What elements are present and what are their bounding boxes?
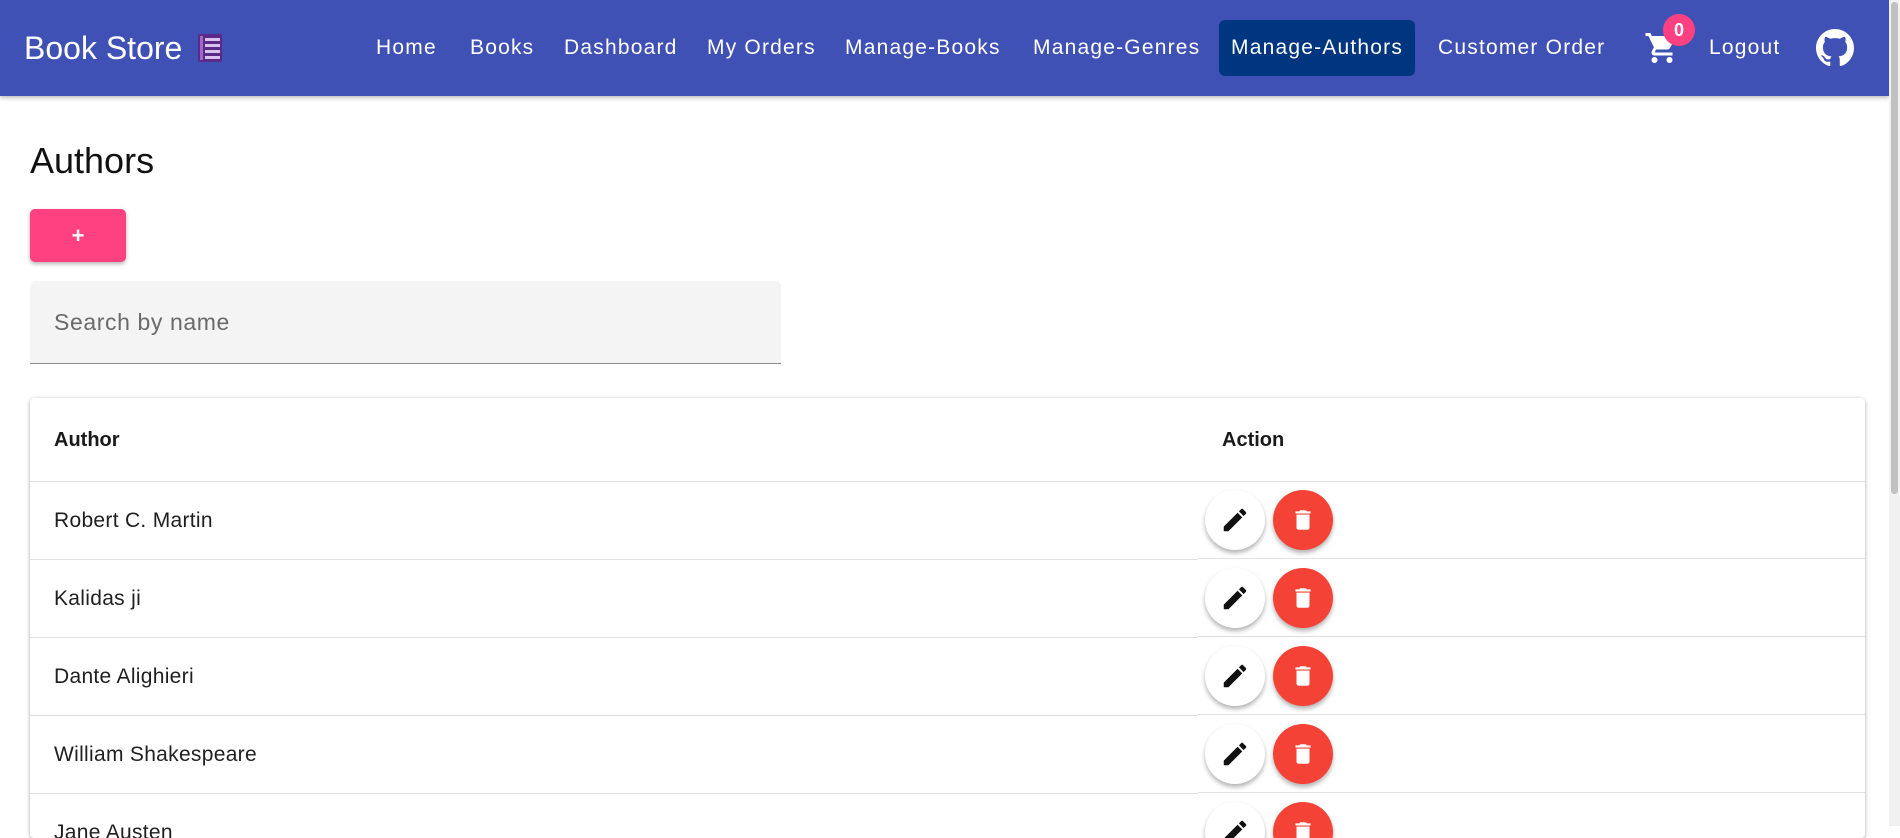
search-input[interactable] — [30, 281, 781, 363]
column-header-author: Author — [54, 428, 120, 451]
edit-button[interactable] — [1205, 802, 1265, 838]
cart-count-badge: 0 — [1663, 14, 1695, 46]
author-name: Jane Austen — [54, 821, 173, 838]
page-title: Authors — [30, 140, 155, 181]
row-divider — [1198, 714, 1865, 715]
brand[interactable]: Book Store — [24, 0, 224, 96]
app-bar: Book Store Home Books Dashboard My Order… — [0, 0, 1889, 96]
row-divider — [1198, 636, 1865, 637]
row-divider — [1198, 792, 1865, 793]
pencil-icon — [1223, 586, 1247, 610]
pencil-icon — [1223, 664, 1247, 688]
table-row: Dante Alighieri — [30, 638, 1865, 716]
nav-home[interactable]: Home — [376, 20, 437, 76]
delete-button[interactable] — [1273, 568, 1333, 628]
table-row: Jane Austen — [30, 794, 1865, 838]
trash-icon — [1295, 588, 1311, 608]
pencil-icon — [1224, 820, 1247, 838]
author-name: Dante Alighieri — [54, 665, 194, 688]
nav-manage-authors[interactable]: Manage-Authors — [1219, 20, 1416, 76]
trash-icon — [1295, 510, 1311, 530]
trash-icon — [1295, 822, 1311, 838]
table-header: Author Action — [30, 398, 1865, 482]
table-row: Robert C. Martin — [30, 482, 1865, 560]
nav-customer-order[interactable]: Customer Order — [1438, 20, 1605, 76]
author-name: William Shakespeare — [54, 743, 257, 766]
edit-button[interactable] — [1205, 490, 1265, 550]
book-icon — [196, 33, 224, 63]
pencil-icon — [1223, 508, 1247, 532]
delete-button[interactable] — [1273, 802, 1333, 838]
brand-title: Book Store — [24, 29, 183, 66]
scrollbar-thumb[interactable] — [1891, 2, 1898, 494]
trash-icon — [1295, 666, 1311, 686]
delete-button[interactable] — [1273, 646, 1333, 706]
table-row: William Shakespeare — [30, 716, 1865, 794]
github-icon[interactable] — [1816, 29, 1854, 67]
nav-manage-genres[interactable]: Manage-Genres — [1033, 20, 1200, 76]
authors-table: Author Action Robert C. Martin Kalidas j… — [30, 398, 1865, 838]
nav-dashboard[interactable]: Dashboard — [564, 20, 678, 76]
nav-books[interactable]: Books — [470, 20, 534, 76]
nav-manage-books[interactable]: Manage-Books — [845, 20, 1001, 76]
row-divider — [1198, 558, 1865, 559]
edit-button[interactable] — [1205, 724, 1265, 784]
logout-button[interactable]: Logout — [1709, 20, 1780, 76]
add-author-button[interactable]: + — [30, 209, 126, 262]
author-name: Robert C. Martin — [54, 509, 213, 532]
author-name: Kalidas ji — [54, 587, 142, 610]
delete-button[interactable] — [1273, 490, 1333, 550]
trash-icon — [1295, 744, 1311, 764]
pencil-icon — [1223, 742, 1247, 766]
edit-button[interactable] — [1205, 646, 1265, 706]
column-header-action: Action — [1222, 428, 1285, 451]
search-field[interactable] — [30, 281, 781, 364]
edit-button[interactable] — [1205, 568, 1265, 628]
delete-button[interactable] — [1273, 724, 1333, 784]
table-row: Kalidas ji — [30, 560, 1865, 638]
nav-my-orders[interactable]: My Orders — [707, 20, 816, 76]
